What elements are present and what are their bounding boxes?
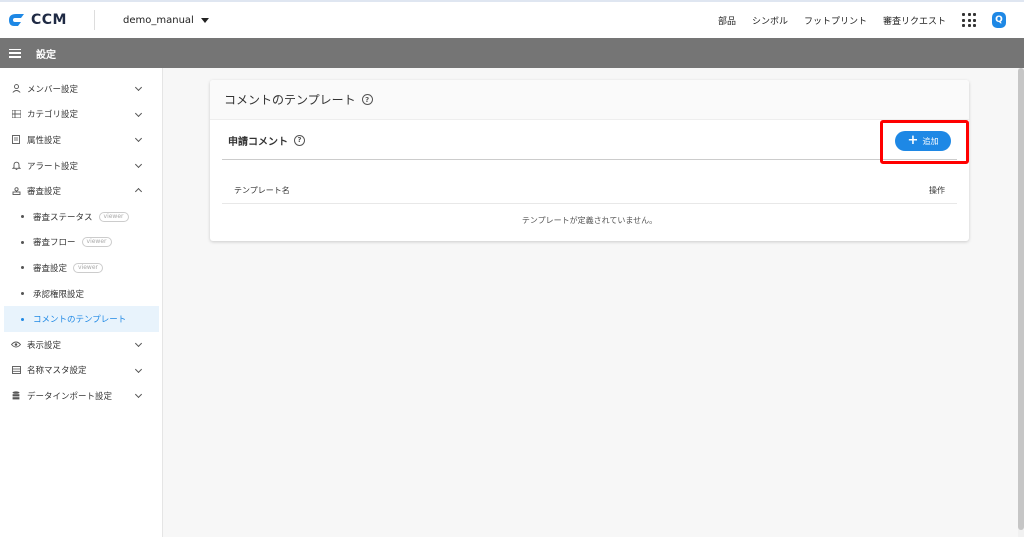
- list-icon: [11, 109, 21, 119]
- top-bar: CCM demo_manual 部品 シンボル フットプリント 審査リクエスト …: [0, 0, 1024, 38]
- sidebar-item-label: 審査設定: [27, 187, 62, 198]
- nav-review-request[interactable]: 審査リクエスト: [883, 14, 946, 27]
- chevron-up-icon: [134, 188, 143, 196]
- database-icon: [11, 391, 21, 401]
- section-bar: 設定: [0, 38, 1024, 68]
- nav-symbol[interactable]: シンボル: [752, 14, 788, 27]
- section-divider: [222, 159, 957, 160]
- ccm-logo-mark-icon: [8, 13, 28, 27]
- table-header-row: テンプレート名 操作: [222, 177, 957, 204]
- chevron-down-icon: [134, 365, 143, 373]
- page-title: コメントのテンプレート: [224, 93, 356, 107]
- sidebar-item-name-master[interactable]: 名称マスタ設定: [0, 358, 162, 384]
- nav-footprint[interactable]: フットプリント: [804, 14, 867, 27]
- chevron-down-icon: [134, 391, 143, 399]
- sidebar-item-data-import[interactable]: データインポート設定: [0, 383, 162, 409]
- project-name: demo_manual: [123, 14, 194, 26]
- viewer-badge: viewer: [81, 237, 112, 248]
- sidebar-subitem-label: 審査フロー: [33, 238, 76, 249]
- sidebar-item-label: データインポート設定: [27, 391, 113, 402]
- sidebar-subitem-review-settings[interactable]: 審査設定 viewer: [0, 255, 162, 281]
- chevron-down-icon: [134, 160, 143, 168]
- comment-templates-card: コメントのテンプレート ? 申請コメント ? + 追加 テンプレート名 操作 テ…: [210, 80, 969, 241]
- application-comment-header: 申請コメント ? + 追加: [210, 120, 969, 160]
- chevron-down-icon: [134, 83, 143, 92]
- chevron-down-icon: [134, 109, 143, 117]
- add-template-button[interactable]: + 追加: [895, 131, 951, 151]
- apps-grid-icon[interactable]: [962, 13, 976, 27]
- column-header-template-name: テンプレート名: [234, 185, 290, 195]
- sidebar-subitem-review-status[interactable]: 審査ステータス viewer: [0, 204, 162, 230]
- document-icon: [11, 135, 21, 145]
- sidebar-item-attributes[interactable]: 属性設定: [0, 127, 162, 153]
- sidebar-item-label: カテゴリ設定: [27, 110, 79, 121]
- project-selector[interactable]: demo_manual: [123, 15, 209, 26]
- viewer-badge: viewer: [73, 262, 103, 273]
- scrollbar-thumb[interactable]: [1018, 68, 1024, 530]
- add-button-label: 追加: [922, 136, 939, 146]
- sidebar-subitem-label: コメントのテンプレート: [33, 315, 127, 326]
- empty-table-message: テンプレートが定義されていません。: [521, 216, 658, 225]
- sidebar-item-alerts[interactable]: アラート設定: [0, 153, 162, 179]
- bullet-icon: [21, 317, 24, 321]
- plus-icon: +: [907, 133, 919, 148]
- sidebar: メンバー設定 カテゴリ設定 属性設定 アラート設定 審査設定 審査ステータス v…: [0, 68, 163, 537]
- sidebar-subitem-review-flow[interactable]: 審査フロー viewer: [0, 230, 162, 256]
- person-icon: [11, 84, 21, 94]
- ccm-logo[interactable]: CCM: [8, 12, 86, 28]
- sidebar-subitem-label: 審査ステータス: [33, 212, 93, 223]
- stamp-icon: [11, 186, 21, 196]
- bullet-icon: [21, 240, 24, 244]
- card-header: コメントのテンプレート ?: [210, 80, 969, 120]
- help-icon[interactable]: ?: [294, 134, 305, 146]
- sidebar-item-label: アラート設定: [27, 161, 79, 172]
- sidebar-item-members[interactable]: メンバー設定: [0, 76, 162, 102]
- sidebar-item-review[interactable]: 審査設定: [0, 178, 162, 204]
- sidebar-item-label: 表示設定: [27, 340, 62, 351]
- caret-down-icon: [200, 17, 209, 23]
- bullet-icon: [21, 215, 24, 219]
- menu-icon[interactable]: [9, 48, 21, 58]
- sidebar-item-display[interactable]: 表示設定: [0, 332, 162, 358]
- sidebar-subitem-approval-permissions[interactable]: 承認権限設定: [0, 281, 162, 307]
- sidebar-item-category[interactable]: カテゴリ設定: [0, 102, 162, 128]
- table-icon: [11, 365, 21, 375]
- section-heading: 申請コメント: [228, 136, 288, 148]
- nav-parts[interactable]: 部品: [718, 14, 736, 27]
- bell-icon: [11, 161, 21, 171]
- sidebar-subitem-label: 審査設定: [33, 263, 68, 274]
- bullet-icon: [21, 292, 24, 296]
- eye-icon: [11, 340, 21, 350]
- user-avatar[interactable]: Q: [992, 12, 1006, 28]
- sidebar-item-label: 名称マスタ設定: [27, 366, 87, 377]
- sidebar-item-label: メンバー設定: [27, 84, 79, 95]
- section-title: 設定: [36, 49, 56, 61]
- sidebar-item-label: 属性設定: [27, 135, 62, 146]
- sidebar-subitem-comment-templates[interactable]: コメントのテンプレート: [4, 306, 159, 332]
- bullet-icon: [21, 266, 24, 270]
- top-nav: 部品 シンボル フットプリント 審査リクエスト Q: [718, 2, 1024, 38]
- sidebar-subitem-label: 承認権限設定: [33, 289, 85, 300]
- viewer-badge: viewer: [98, 211, 129, 222]
- chevron-down-icon: [134, 339, 143, 347]
- column-header-actions: 操作: [929, 185, 945, 195]
- header-divider: [94, 10, 95, 30]
- help-icon[interactable]: ?: [361, 94, 373, 105]
- chevron-down-icon: [134, 135, 143, 143]
- logo-text: CCM: [31, 12, 67, 28]
